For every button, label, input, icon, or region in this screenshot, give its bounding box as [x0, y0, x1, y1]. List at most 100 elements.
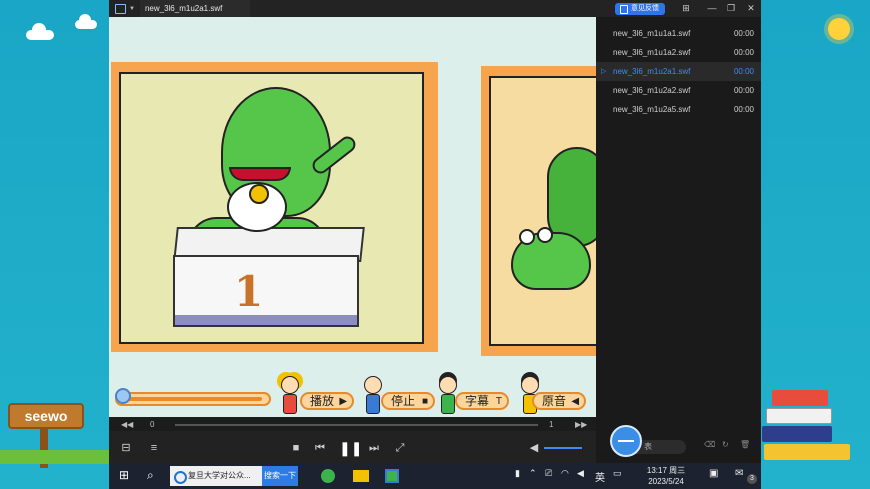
boy2-character-head: [521, 376, 539, 394]
stop-icon: ■: [421, 396, 429, 407]
volume-slider[interactable]: [544, 447, 582, 449]
wifi-icon[interactable]: ◠: [561, 468, 569, 484]
notification-count-badge: 3: [747, 474, 757, 484]
playlist-item-duration: 00:00: [733, 29, 754, 38]
stop-icon[interactable]: ■: [289, 441, 303, 455]
360-browser-icon[interactable]: [321, 469, 335, 483]
seek-track[interactable]: [175, 424, 538, 426]
grid-icon[interactable]: ⊞: [680, 2, 692, 14]
media-app-icon[interactable]: [385, 469, 399, 483]
video-canvas[interactable]: 1 播放 ▶ 停止 ■ 字幕 T 原音 ◀: [109, 17, 596, 417]
chevron-down-icon[interactable]: ▼: [129, 6, 135, 12]
playlist-item-duration: 00:00: [733, 67, 754, 76]
lesson-progress-knob[interactable]: [115, 388, 131, 404]
play-button[interactable]: 播放 ▶: [300, 392, 355, 410]
podium-number: 1: [234, 267, 264, 316]
seek-end-count: 1: [549, 419, 554, 429]
playlist-item-duration: 00:00: [733, 48, 754, 57]
book: [764, 444, 850, 460]
cloud-decoration: [75, 14, 97, 29]
clock-time: 13:17 周三: [646, 466, 686, 475]
windows-start-icon[interactable]: ⊞: [119, 468, 129, 484]
toolbox-icon[interactable]: ⊟: [119, 441, 133, 455]
forward-icon[interactable]: ▶▶: [575, 420, 587, 429]
playing-indicator-icon: ▷: [601, 68, 607, 75]
browser-search-input[interactable]: 复旦大学对公众...: [170, 466, 262, 486]
books-decoration: [762, 380, 862, 464]
podium: [173, 255, 359, 317]
girl2-character-body: [441, 394, 455, 414]
file-tab[interactable]: new_3l6_m1u2a1.swf: [139, 0, 251, 17]
settings-list-icon[interactable]: ≡: [147, 441, 161, 455]
player-titlebar: ▼ new_3l6_m1u2a1.swf 意见反馈 ⊞ — ❐ ✕: [109, 0, 761, 17]
playlist-item-name: new_3l6_m1u2a1.swf: [613, 67, 691, 76]
feedback-button[interactable]: 意见反馈: [615, 3, 665, 15]
playlist-item-name: new_3l6_m1u1a2.swf: [613, 48, 691, 57]
close-icon[interactable]: ✕: [745, 2, 757, 14]
loop-icon[interactable]: ↻: [722, 440, 729, 449]
lesson-progress-fill: [127, 397, 262, 401]
text-icon: T: [495, 396, 503, 407]
browser-search-button[interactable]: 搜索一下: [262, 466, 298, 486]
display-icon[interactable]: ▭: [613, 468, 622, 484]
subtitle-button[interactable]: 字幕 T: [455, 392, 510, 410]
subtitle-label: 字幕: [465, 394, 490, 408]
previous-icon[interactable]: ⏮: [313, 441, 327, 455]
list-item[interactable]: new_3l6_m1u1a2.swf 00:00: [596, 43, 761, 62]
book: [772, 390, 828, 406]
trash-icon[interactable]: 🗑: [740, 440, 750, 449]
delete-icon[interactable]: ⌫: [704, 440, 715, 449]
media-player-window: ▼ new_3l6_m1u2a1.swf 意见反馈 ⊞ — ❐ ✕ 1 播放 ▶…: [109, 0, 761, 463]
list-item-active[interactable]: ▷ new_3l6_m1u2a1.swf 00:00: [596, 62, 761, 81]
play-label: 播放: [310, 394, 335, 408]
girl-character: [279, 376, 301, 416]
lesson-progress-track[interactable]: [115, 392, 271, 406]
frog-collar: [229, 167, 291, 181]
speaker-icon: ◀: [571, 396, 580, 407]
floating-assistant-icon[interactable]: [610, 425, 642, 457]
playlist-panel: new_3l6_m1u1a1.swf 00:00 new_3l6_m1u1a2.…: [596, 17, 761, 463]
frog-eye: [519, 229, 535, 245]
minimize-icon[interactable]: —: [706, 2, 718, 14]
playlist-item-name: new_3l6_m1u2a5.swf: [613, 105, 691, 114]
file-explorer-icon[interactable]: [353, 470, 369, 482]
next-icon[interactable]: ⏭: [367, 441, 381, 455]
show-desktop-icon[interactable]: ▣: [709, 468, 718, 484]
podium-base: [173, 315, 359, 327]
app-menu-icon[interactable]: [115, 3, 126, 14]
original-sound-button[interactable]: 原音 ◀: [532, 392, 587, 410]
windows-taskbar: ⊞ ⌕ 复旦大学对公众... 搜索一下 ▮ ⌃ ⎚ ◠ ◀ 英 ▭ 13:17 …: [109, 463, 761, 489]
play-icon: ▶: [339, 396, 348, 407]
frog-eye: [537, 227, 553, 243]
ime-indicator[interactable]: 英: [595, 469, 605, 485]
list-item[interactable]: new_3l6_m1u2a5.swf 00:00: [596, 100, 761, 119]
boy-character-head: [364, 376, 382, 394]
list-item[interactable]: new_3l6_m1u1a1.swf 00:00: [596, 24, 761, 43]
fullscreen-icon[interactable]: ⤢: [393, 441, 407, 455]
pause-icon[interactable]: ❚❚: [339, 441, 362, 455]
girl-character-head: [281, 376, 299, 394]
network-icon[interactable]: ⎚: [545, 468, 552, 484]
original-sound-label: 原音: [542, 394, 567, 408]
playlist-item-name: new_3l6_m1u1a1.swf: [613, 29, 691, 38]
frog-bell: [249, 184, 269, 204]
playlist-item-name: new_3l6_m1u2a2.swf: [613, 86, 691, 95]
notification-icon[interactable]: ✉: [735, 468, 743, 484]
stop-label: 停止: [391, 394, 416, 408]
restore-icon[interactable]: ❐: [725, 2, 737, 14]
cloud-decoration: [26, 23, 54, 40]
stop-button[interactable]: 停止 ■: [381, 392, 436, 410]
list-item[interactable]: new_3l6_m1u2a2.swf 00:00: [596, 81, 761, 100]
search-icon[interactable]: ⌕: [147, 468, 154, 484]
chevron-up-icon[interactable]: ⌃: [529, 468, 537, 484]
volume-icon[interactable]: ◀: [527, 441, 541, 455]
system-clock[interactable]: 13:17 周三 2023/5/24: [644, 465, 688, 487]
player-controls: ⊟ ≡ ■ ⏮ ❚❚ ⏭ ⤢ ◀: [109, 431, 596, 463]
playlist-item-duration: 00:00: [733, 105, 754, 114]
rewind-icon[interactable]: ◀◀: [121, 420, 133, 429]
speaker-icon[interactable]: ◀: [577, 468, 584, 484]
boy-character-body: [366, 394, 380, 414]
playlist-item-duration: 00:00: [733, 86, 754, 95]
grass-decoration: [0, 450, 110, 464]
book: [762, 426, 832, 442]
